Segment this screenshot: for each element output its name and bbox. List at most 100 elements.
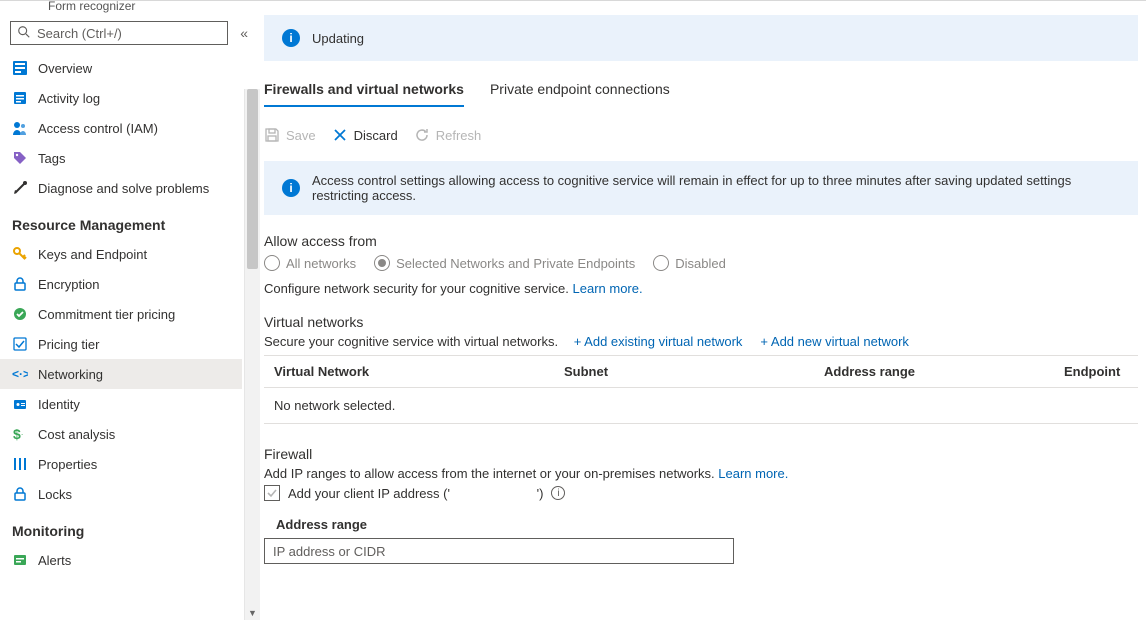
pricing-icon [12,336,28,352]
add-existing-vnet-link[interactable]: + Add existing virtual network [574,334,743,349]
main-content: i Updating Firewalls and virtual network… [260,1,1146,620]
radio-label: Selected Networks and Private Endpoints [396,256,635,271]
activity-log-icon [12,90,28,106]
command-bar: Save Discard Refresh [264,117,1138,161]
nav-keys-endpoint[interactable]: Keys and Endpoint [0,239,242,269]
svg-text:<·>: <·> [12,367,28,381]
col-address-range: Address range [824,364,1064,379]
vnet-table-header: Virtual Network Subnet Address range End… [264,355,1138,388]
nav-locks[interactable]: Locks [0,479,242,509]
properties-icon [12,456,28,472]
allow-access-radiogroup: All networks Selected Networks and Priva… [264,255,1138,271]
nav-label: Tags [38,151,65,166]
save-icon [264,127,280,143]
nav-label: Pricing tier [38,337,99,352]
info-banner-text: Access control settings allowing access … [312,173,1120,203]
service-type-label: Form recognizer [0,0,260,17]
radio-all-networks[interactable]: All networks [264,255,356,271]
radio-label: All networks [286,256,356,271]
collapse-sidebar-icon[interactable]: « [238,23,250,43]
nav-label: Access control (IAM) [38,121,158,136]
tab-private-endpoints[interactable]: Private endpoint connections [490,75,670,107]
nav-iam[interactable]: Access control (IAM) [0,113,242,143]
nav-label: Alerts [38,553,71,568]
vnet-table-empty-row: No network selected. [264,388,1138,424]
radio-disabled[interactable]: Disabled [653,255,726,271]
allow-access-label: Allow access from [264,233,1138,249]
nav-label: Networking [38,367,103,382]
refresh-icon [414,127,430,143]
nav-label: Activity log [38,91,100,106]
updating-banner: i Updating [264,15,1138,61]
nav-properties[interactable]: Properties [0,449,242,479]
firewall-learn-more-link[interactable]: Learn more. [718,466,788,481]
tab-firewalls-vnet[interactable]: Firewalls and virtual networks [264,75,464,107]
alerts-icon [12,552,28,568]
refresh-button[interactable]: Refresh [414,127,482,143]
locks-icon [12,486,28,502]
nav-tags[interactable]: Tags [0,143,242,173]
commitment-icon [12,306,28,322]
nav-label: Properties [38,457,97,472]
nav-pricing-tier[interactable]: Pricing tier [0,329,242,359]
nav-cost-analysis[interactable]: $. Cost analysis [0,419,242,449]
info-tooltip-icon[interactable]: i [551,486,565,500]
svg-text:.: . [21,428,23,437]
radio-label: Disabled [675,256,726,271]
sidebar-search[interactable] [10,21,228,45]
info-icon: i [282,179,300,197]
address-range-label: Address range [276,517,1138,532]
learn-more-link[interactable]: Learn more. [573,281,643,296]
firewall-section: Firewall Add IP ranges to allow access f… [264,446,1138,564]
radio-selected-networks[interactable]: Selected Networks and Private Endpoints [374,255,635,271]
overview-icon [12,60,28,76]
add-client-ip-label: Add your client IP address (' ') [288,486,543,501]
col-subnet: Subnet [564,364,824,379]
discard-button[interactable]: Discard [332,127,398,143]
diagnose-icon [12,180,28,196]
sidebar-search-input[interactable] [37,26,221,41]
configure-text: Configure network security for your cogn… [264,281,573,296]
nav-encryption[interactable]: Encryption [0,269,242,299]
nav-diagnose[interactable]: Diagnose and solve problems [0,173,242,203]
nav-identity[interactable]: Identity [0,389,242,419]
firewall-desc: Add IP ranges to allow access from the i… [264,466,718,481]
iam-icon [12,120,28,136]
nav-networking[interactable]: <·> Networking [0,359,242,389]
configure-help: Configure network security for your cogn… [264,281,1138,296]
add-new-vnet-link[interactable]: + Add new virtual network [760,334,909,349]
cost-icon: $. [12,426,28,442]
col-virtual-network: Virtual Network [274,364,564,379]
add-client-ip-checkbox[interactable] [264,485,280,501]
nav-label: Encryption [38,277,99,292]
save-button[interactable]: Save [264,127,316,143]
nav-alerts[interactable]: Alerts [0,545,242,575]
scrollbar-thumb[interactable] [247,89,258,269]
scroll-down-icon[interactable]: ▼ [245,608,260,618]
empty-text: No network selected. [274,398,395,413]
vnet-table: Virtual Network Subnet Address range End… [264,355,1138,424]
section-resource-management: Resource Management [0,203,242,239]
nav-label: Commitment tier pricing [38,307,175,322]
updating-text: Updating [312,31,364,46]
discard-icon [332,127,348,143]
section-monitoring: Monitoring [0,509,242,545]
sidebar-nav: Overview Activity log Access control (IA… [0,51,260,620]
nav-label: Cost analysis [38,427,115,442]
nav-label: Diagnose and solve problems [38,181,209,196]
key-icon [12,246,28,262]
nav-label: Locks [38,487,72,502]
nav-activity-log[interactable]: Activity log [0,83,242,113]
info-icon: i [282,29,300,47]
nav-overview[interactable]: Overview [0,53,242,83]
vnet-heading: Virtual networks [264,314,1138,330]
refresh-label: Refresh [436,128,482,143]
nav-commitment-tier[interactable]: Commitment tier pricing [0,299,242,329]
vnet-desc-row: Secure your cognitive service with virtu… [264,334,1138,349]
sidebar: Form recognizer « Overview Activity log [0,1,260,620]
sidebar-scrollbar[interactable]: ▲ ▼ [244,89,260,620]
address-range-input[interactable] [264,538,734,564]
search-icon [17,25,31,42]
nav-label: Identity [38,397,80,412]
nav-label: Overview [38,61,92,76]
